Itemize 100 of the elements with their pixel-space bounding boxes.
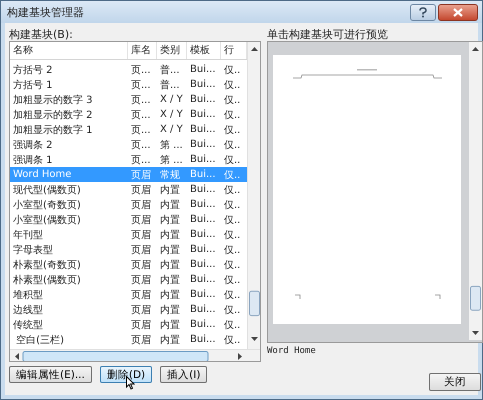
close-icon	[453, 8, 463, 16]
table-cell-text: 第 ...	[159, 154, 184, 166]
table-cell-text: Bui...	[189, 109, 217, 120]
table-cell-text: Bui...	[189, 79, 217, 90]
table-cell-text: 普...	[159, 64, 181, 76]
table-cell-text: 页眉	[130, 274, 152, 286]
list-row[interactable]: 朴素型(奇数页) 页眉 内置 Bui... 仅..	[10, 257, 247, 272]
table-cell-text: Bui...	[189, 289, 217, 300]
column-header[interactable]: 类别	[157, 42, 187, 59]
table-cell-text: 页...	[130, 154, 152, 166]
help-icon	[419, 6, 427, 18]
table-cell-text: 页...	[130, 64, 152, 76]
table-cell-text: 第 ...	[159, 138, 184, 152]
table-cell-text: 仅..	[223, 154, 242, 166]
table-cell-text: 边线型	[12, 304, 44, 316]
table-cell-text: Bui...	[189, 139, 217, 150]
list-row[interactable]: 方括号 1 页... 普... Bui... 仅..	[10, 77, 247, 92]
list-row[interactable]: 朴素型(偶数页) 页眉 内置 Bui... 仅..	[10, 272, 247, 287]
table-cell-text: Bui...	[189, 274, 217, 285]
list-row[interactable]: 年刊型 页眉 内置 Bui... 仅..	[10, 227, 247, 242]
list-label: 构建基块(B):	[9, 28, 73, 41]
list-row[interactable]: 方括号 2 页... 普... Bui... 仅..	[10, 62, 247, 77]
table-cell-text: 页眉	[130, 184, 152, 196]
table-cell-text: 方括号 1	[12, 78, 54, 92]
table-cell-text: Bui...	[189, 169, 217, 180]
table-cell-text: 内置	[159, 258, 181, 272]
action-button[interactable]: 插入(I)	[160, 366, 208, 383]
table-cell-text: 页...	[130, 124, 152, 136]
table-cell-text: Bui...	[189, 64, 217, 75]
table-cell-text: 仅..	[223, 64, 242, 76]
list-row[interactable]: 空白(三栏) 页眉 内置 Bui... 仅..	[10, 332, 247, 347]
table-cell-text: 内置	[159, 198, 181, 212]
list-row[interactable]: 传统型 页眉 内置 Bui... 仅..	[10, 317, 247, 332]
table-cell-text: X / Y	[159, 109, 184, 120]
table-cell-text: 小室型(偶数页)	[12, 214, 82, 226]
table-cell-text: 仅..	[223, 318, 242, 332]
table-cell-text: 内置	[159, 228, 181, 242]
table-cell-text: 仅..	[223, 184, 242, 196]
table-cell-text: 朴素型(奇数页)	[12, 258, 82, 272]
list-row[interactable]: 加粗显示的数字 2 页... X / Y Bui... 仅..	[10, 107, 247, 122]
table-cell-text: 字母表型	[12, 244, 54, 256]
list-row[interactable]: 堆积型 页眉 内置 Bui... 仅..	[10, 287, 247, 302]
preview-label: 单击构建基块可进行预览	[267, 28, 388, 41]
table-cell-text: 仅..	[223, 274, 242, 286]
column-header[interactable]: 库名	[128, 42, 157, 59]
table-cell-text: 页...	[130, 78, 152, 92]
list-row[interactable]: 强调条 1 页... 第 ... Bui... 仅..	[10, 152, 247, 167]
table-cell-text: 加粗显示的数字 3	[12, 94, 94, 106]
table-cell-text: Bui...	[189, 124, 217, 135]
table-cell-text: 仅..	[223, 94, 242, 106]
table-cell-text: 空白(三栏)	[15, 334, 65, 346]
action-button[interactable]: 编辑属性(E)...	[9, 366, 92, 383]
list-row[interactable]: 边线型 页眉 内置 Bui... 仅..	[10, 302, 247, 317]
table-cell-text: 仅..	[223, 78, 242, 92]
table-cell-text: Bui...	[189, 199, 217, 210]
list-row[interactable]: 小室型(奇数页) 页眉 内置 Bui... 仅..	[10, 197, 247, 212]
table-cell-text: 现代型(偶数页)	[12, 184, 82, 196]
table-cell-text: 普...	[159, 78, 181, 92]
table-cell-text: 仅..	[223, 334, 242, 346]
table-cell-text: Word Home	[12, 169, 72, 180]
table-cell-text: 内置	[159, 304, 181, 316]
table-cell-text: X / Y	[159, 124, 184, 135]
table-cell-text: 加粗显示的数字 2	[12, 108, 94, 122]
table-cell-text: Bui...	[189, 304, 217, 315]
table-cell-text: 仅..	[223, 304, 242, 316]
column-header[interactable]: 名称	[10, 42, 128, 59]
table-cell-text: 内置	[159, 184, 181, 196]
table-cell-text: 内置	[159, 334, 181, 346]
close-dialog-button[interactable]: 关闭	[429, 373, 481, 391]
list-row[interactable]: 加粗显示的数字 1 页... X / Y Bui... 仅..	[10, 122, 247, 137]
table-cell-text: 朴素型(偶数页)	[12, 274, 82, 286]
table-cell-text: Bui...	[189, 319, 217, 330]
table-cell-text: 仅..	[223, 214, 242, 226]
list-row[interactable]: 字母表型 页眉 内置 Bui... 仅..	[10, 242, 247, 257]
list-row[interactable]: 加粗显示的数字 3 页... X / Y Bui... 仅..	[10, 92, 247, 107]
table-cell-text: 强调条 1	[12, 154, 54, 166]
table-cell-text: 方括号 2	[12, 64, 54, 76]
list-row[interactable]: 现代型(偶数页) 页眉 内置 Bui... 仅..	[10, 182, 247, 197]
preview-caption: Word Home	[267, 346, 316, 356]
table-cell-text: 内置	[159, 214, 181, 226]
window-title: 构建基块管理器	[7, 4, 85, 20]
table-cell-text: 页眉	[130, 258, 152, 272]
table-cell-text: Bui...	[189, 154, 217, 165]
table-cell-text: 页眉	[130, 168, 152, 182]
list-row[interactable]: 强调条 2 页... 第 ... Bui... 仅..	[10, 137, 247, 152]
table-cell-text: 页眉	[130, 288, 152, 302]
table-cell-text: 仅..	[223, 258, 242, 272]
table-cell-text: 页眉	[130, 334, 152, 346]
table-cell-text: 传统型	[12, 318, 44, 332]
close-button[interactable]	[438, 4, 478, 20]
table-cell-text: 小室型(奇数页)	[12, 198, 82, 212]
table-cell-text: 页眉	[130, 244, 152, 256]
table-cell-text: 堆积型	[12, 288, 44, 302]
vertical-scrollbar[interactable]	[469, 42, 482, 340]
list-row[interactable]: 小室型(偶数页) 页眉 内置 Bui... 仅..	[10, 212, 247, 227]
table-cell-text: 页眉	[130, 198, 152, 212]
help-button[interactable]	[410, 4, 436, 20]
table-cell-text: 内置	[159, 288, 181, 302]
column-header[interactable]: 模板	[187, 42, 221, 59]
table-cell-text: 仅..	[223, 168, 242, 182]
